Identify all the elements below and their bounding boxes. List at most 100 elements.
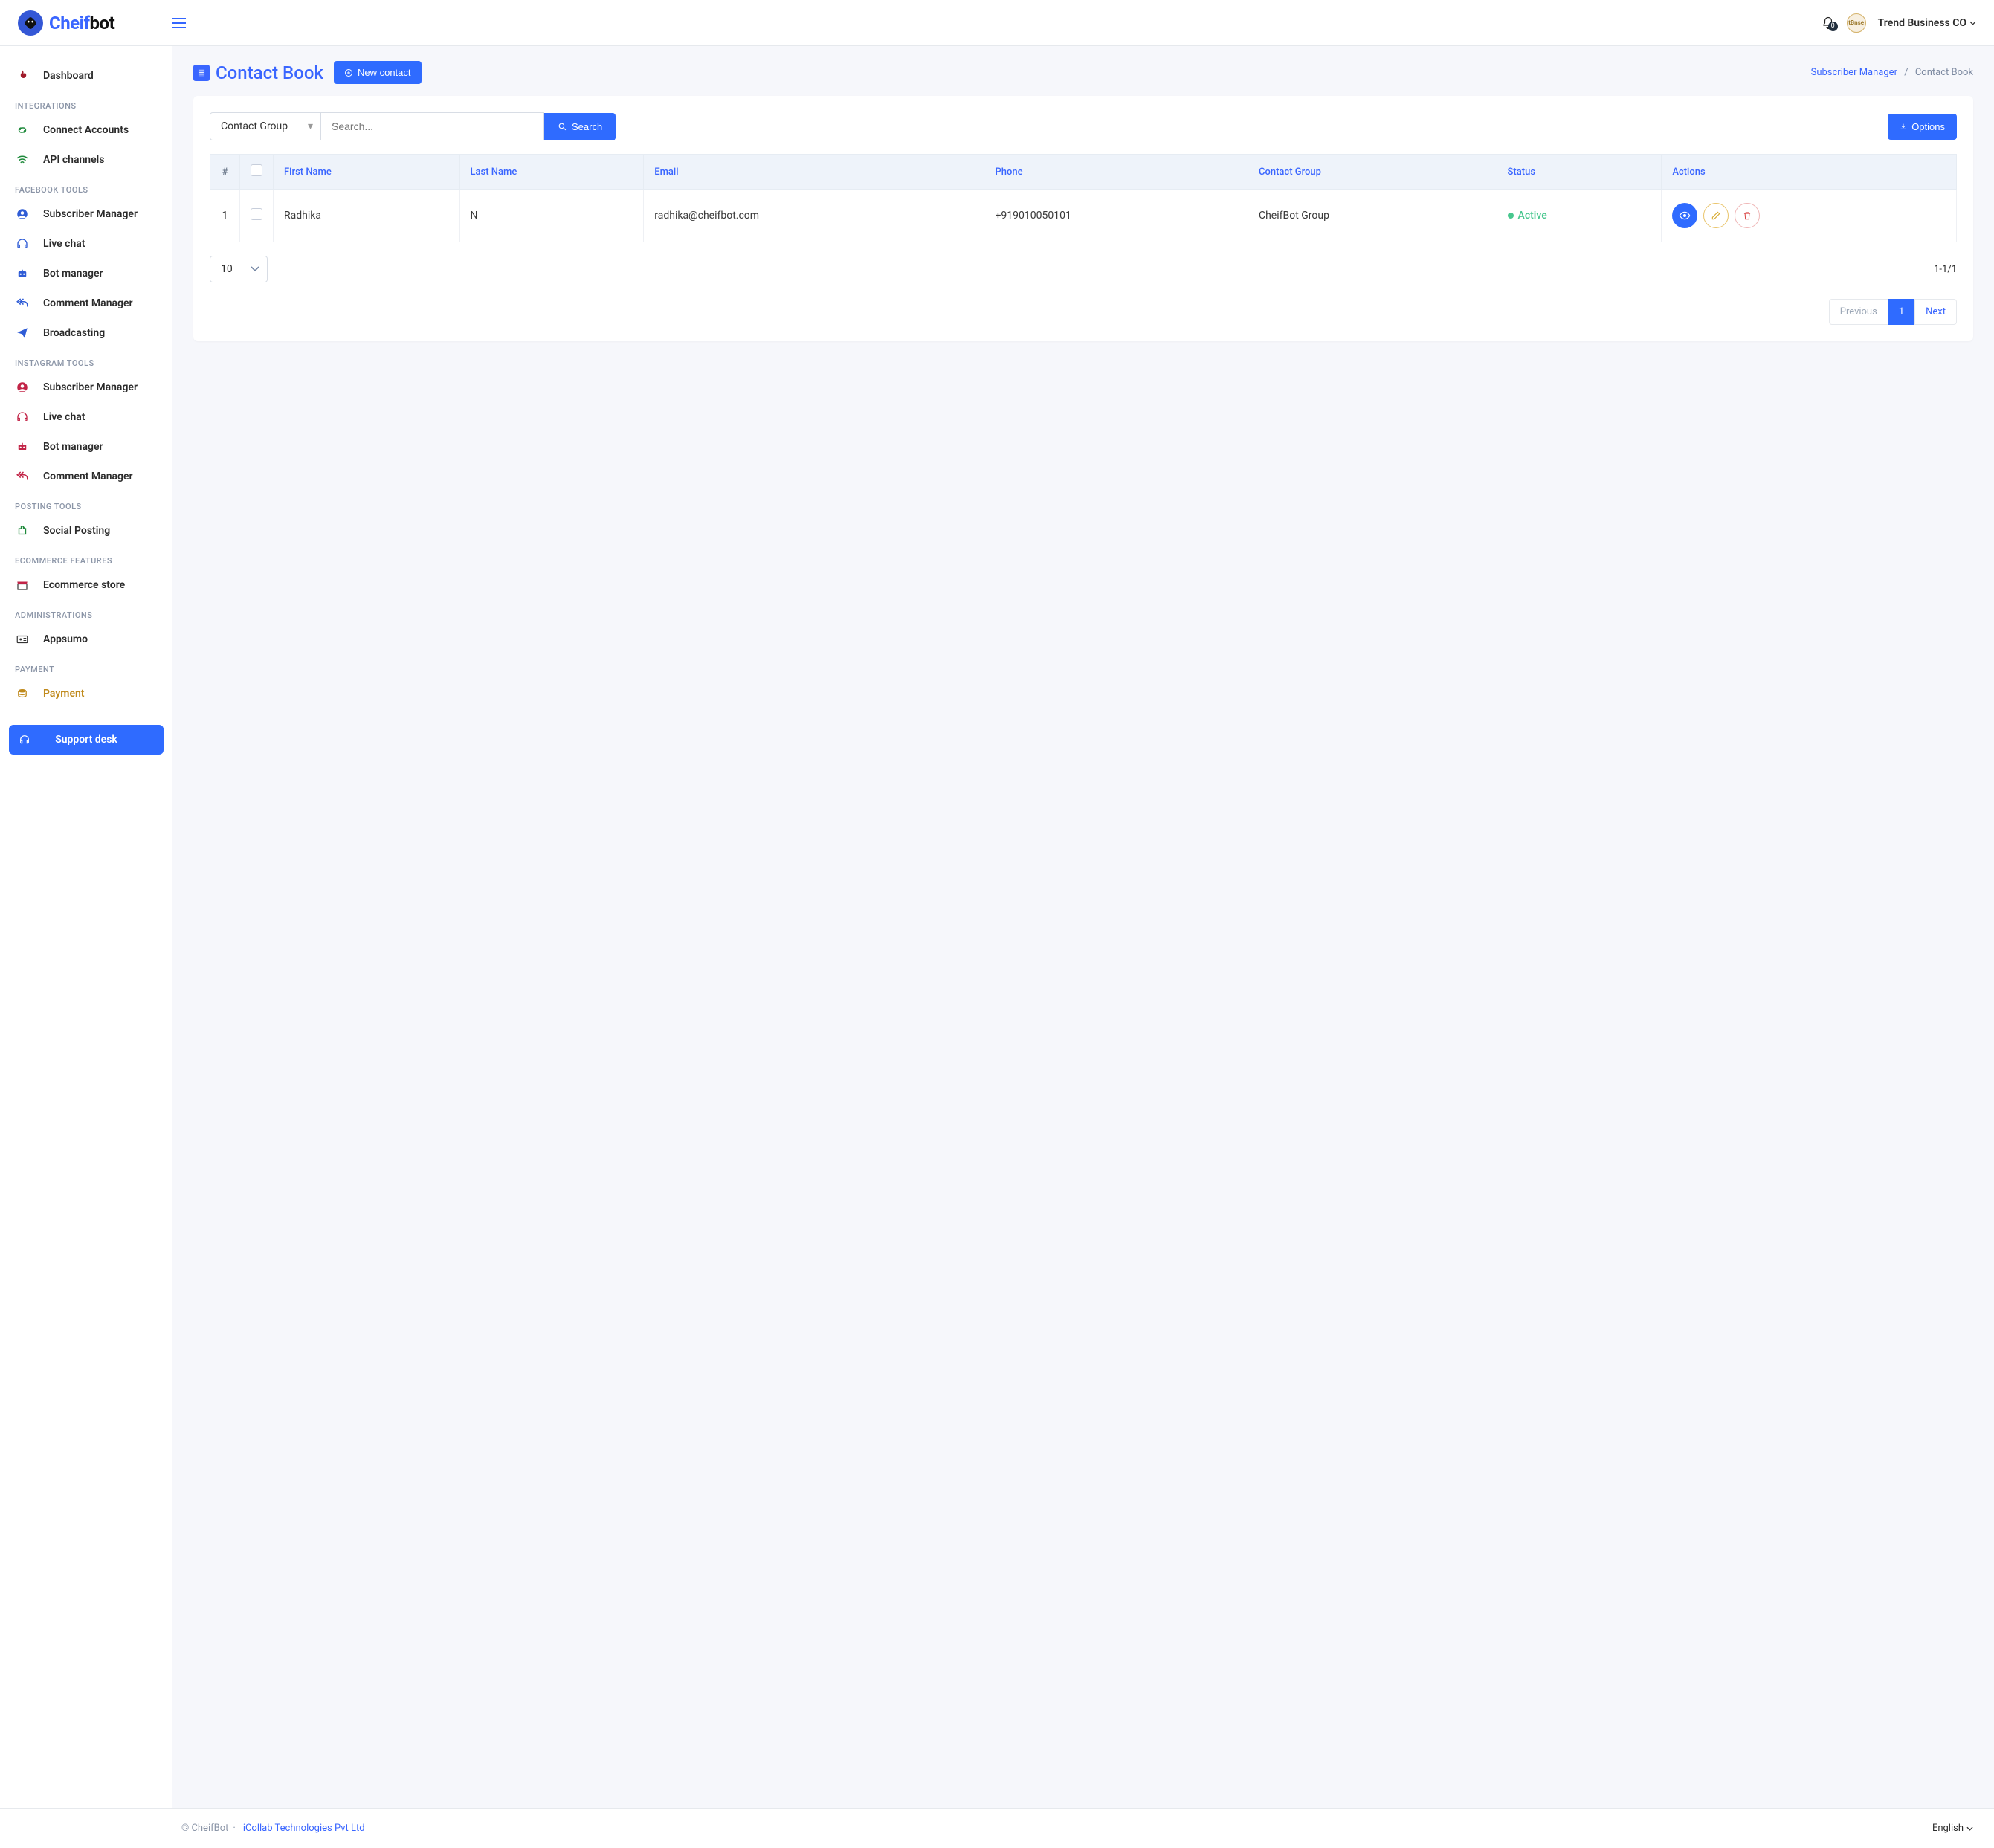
- footer-company-link[interactable]: iCollab Technologies Pvt Ltd: [243, 1823, 365, 1834]
- sidebar-item-dashboard[interactable]: Dashboard: [0, 61, 172, 91]
- sidebar-item-label: Bot manager: [43, 268, 103, 280]
- sidebar: Dashboard INTEGRATIONS Connect Accounts …: [0, 46, 172, 1808]
- trash-icon: [1742, 210, 1752, 221]
- sidebar-item-ig-bot[interactable]: Bot manager: [0, 432, 172, 462]
- support-label: Support desk: [55, 734, 117, 746]
- contact-group-select[interactable]: Contact Group ▾: [210, 112, 321, 140]
- edit-button[interactable]: [1703, 203, 1729, 228]
- col-phone[interactable]: Phone: [984, 155, 1248, 190]
- sidebar-item-api-channels[interactable]: API channels: [0, 145, 172, 175]
- breadcrumb-current: Contact Book: [1915, 67, 1973, 78]
- logo-text: Cheifbot: [49, 13, 114, 33]
- pencil-icon: [1711, 210, 1721, 221]
- caret-down-icon: ▾: [308, 120, 313, 132]
- select-all-checkbox[interactable]: [251, 164, 262, 176]
- col-status[interactable]: Status: [1497, 155, 1662, 190]
- button-label: Options: [1911, 121, 1945, 132]
- sidebar-item-label: Payment: [43, 688, 85, 700]
- sidebar-section-integrations: INTEGRATIONS: [0, 91, 172, 115]
- col-last-name[interactable]: Last Name: [459, 155, 644, 190]
- col-email[interactable]: Email: [644, 155, 984, 190]
- sidebar-item-fb-comment[interactable]: Comment Manager: [0, 288, 172, 318]
- support-desk-button[interactable]: Support desk: [9, 725, 164, 755]
- sidebar-item-label: Comment Manager: [43, 297, 133, 309]
- sidebar-item-fb-broadcast[interactable]: Broadcasting: [0, 318, 172, 348]
- coins-icon: [15, 686, 30, 701]
- sidebar-item-fb-bot[interactable]: Bot manager: [0, 259, 172, 288]
- page-prev[interactable]: Previous: [1829, 299, 1888, 325]
- button-label: New contact: [358, 67, 411, 78]
- sidebar-item-label: Bot manager: [43, 441, 103, 453]
- sidebar-item-label: Broadcasting: [43, 327, 105, 339]
- col-actions: Actions: [1662, 155, 1957, 190]
- sidebar-item-fb-livechat[interactable]: Live chat: [0, 229, 172, 259]
- chevron-down-icon: [251, 266, 259, 272]
- sidebar-item-payment[interactable]: Payment: [0, 679, 172, 708]
- delete-button[interactable]: [1735, 203, 1760, 228]
- page-size-select[interactable]: 10: [210, 256, 268, 282]
- caret-down-icon: [1966, 1826, 1973, 1831]
- sidebar-item-fb-subscriber[interactable]: Subscriber Manager: [0, 199, 172, 229]
- share-icon: [15, 523, 30, 538]
- col-first-name[interactable]: First Name: [274, 155, 460, 190]
- row-checkbox[interactable]: [251, 208, 262, 220]
- sidebar-item-label: Subscriber Manager: [43, 381, 138, 393]
- sidebar-section-ecommerce: ECOMMERCE FEATURES: [0, 546, 172, 570]
- headset-icon: [18, 733, 31, 746]
- breadcrumb: Subscriber Manager / Contact Book: [1811, 67, 1973, 78]
- breadcrumb-parent[interactable]: Subscriber Manager: [1811, 67, 1897, 78]
- eye-icon: [1679, 210, 1691, 222]
- logo-mark-icon: [18, 10, 43, 36]
- cell-first-name: Radhika: [274, 190, 460, 242]
- col-contact-group[interactable]: Contact Group: [1248, 155, 1497, 190]
- sidebar-item-social-posting[interactable]: Social Posting: [0, 516, 172, 546]
- sidebar-item-label: Dashboard: [43, 70, 94, 82]
- link-icon: [15, 123, 30, 138]
- sidebar-item-label: Ecommerce store: [43, 579, 125, 591]
- cell-group: CheifBot Group: [1248, 190, 1497, 242]
- language-label: English: [1932, 1823, 1964, 1834]
- contacts-table: # First Name Last Name Email Phone Conta…: [210, 154, 1957, 242]
- app-header: Cheifbot 0 tBnse Trend Business CO: [0, 0, 1994, 46]
- client-menu[interactable]: Trend Business CO: [1878, 17, 1976, 29]
- sidebar-item-ig-subscriber[interactable]: Subscriber Manager: [0, 372, 172, 402]
- view-button[interactable]: [1672, 203, 1697, 228]
- table-row: 1 Radhika N radhika@cheifbot.com +919010…: [210, 190, 1957, 242]
- user-circle-icon: [15, 207, 30, 222]
- notifications-button[interactable]: 0: [1822, 16, 1835, 30]
- cell-last-name: N: [459, 190, 644, 242]
- button-label: Search: [572, 121, 602, 132]
- sidebar-item-appsumo[interactable]: Appsumo: [0, 624, 172, 654]
- new-contact-button[interactable]: New contact: [334, 61, 422, 84]
- sidebar-item-ecom-store[interactable]: Ecommerce store: [0, 570, 172, 600]
- robot-icon: [15, 266, 30, 281]
- search-button[interactable]: Search: [544, 113, 616, 140]
- caret-down-icon: [1969, 21, 1976, 25]
- notification-count: 0: [1828, 22, 1838, 31]
- sidebar-section-instagram: INSTAGRAM TOOLS: [0, 348, 172, 372]
- sidebar-item-ig-comment[interactable]: Comment Manager: [0, 462, 172, 491]
- client-name-label: Trend Business CO: [1878, 17, 1966, 29]
- sidebar-item-label: Live chat: [43, 411, 85, 423]
- sidebar-item-connect-accounts[interactable]: Connect Accounts: [0, 115, 172, 145]
- user-circle-icon: [15, 380, 30, 395]
- sidebar-item-label: API channels: [43, 154, 104, 166]
- search-icon: [558, 122, 567, 132]
- pagination: Previous 1 Next: [210, 299, 1957, 325]
- page-next[interactable]: Next: [1914, 299, 1957, 325]
- result-count: 1-1/1: [1934, 264, 1957, 275]
- logo[interactable]: Cheifbot: [18, 10, 172, 36]
- language-select[interactable]: English: [1932, 1823, 1973, 1834]
- search-input[interactable]: [321, 112, 544, 140]
- sidebar-item-label: Social Posting: [43, 525, 110, 537]
- menu-toggle-icon[interactable]: [172, 18, 186, 28]
- options-button[interactable]: Options: [1888, 114, 1957, 140]
- sidebar-item-ig-livechat[interactable]: Live chat: [0, 402, 172, 432]
- cell-num: 1: [210, 190, 240, 242]
- cell-phone: +919010050101: [984, 190, 1248, 242]
- sidebar-section-posting: POSTING TOOLS: [0, 491, 172, 516]
- page-1[interactable]: 1: [1888, 299, 1915, 325]
- cell-status: Active: [1497, 190, 1662, 242]
- store-icon: [15, 578, 30, 592]
- sidebar-section-facebook: FACEBOOK TOOLS: [0, 175, 172, 199]
